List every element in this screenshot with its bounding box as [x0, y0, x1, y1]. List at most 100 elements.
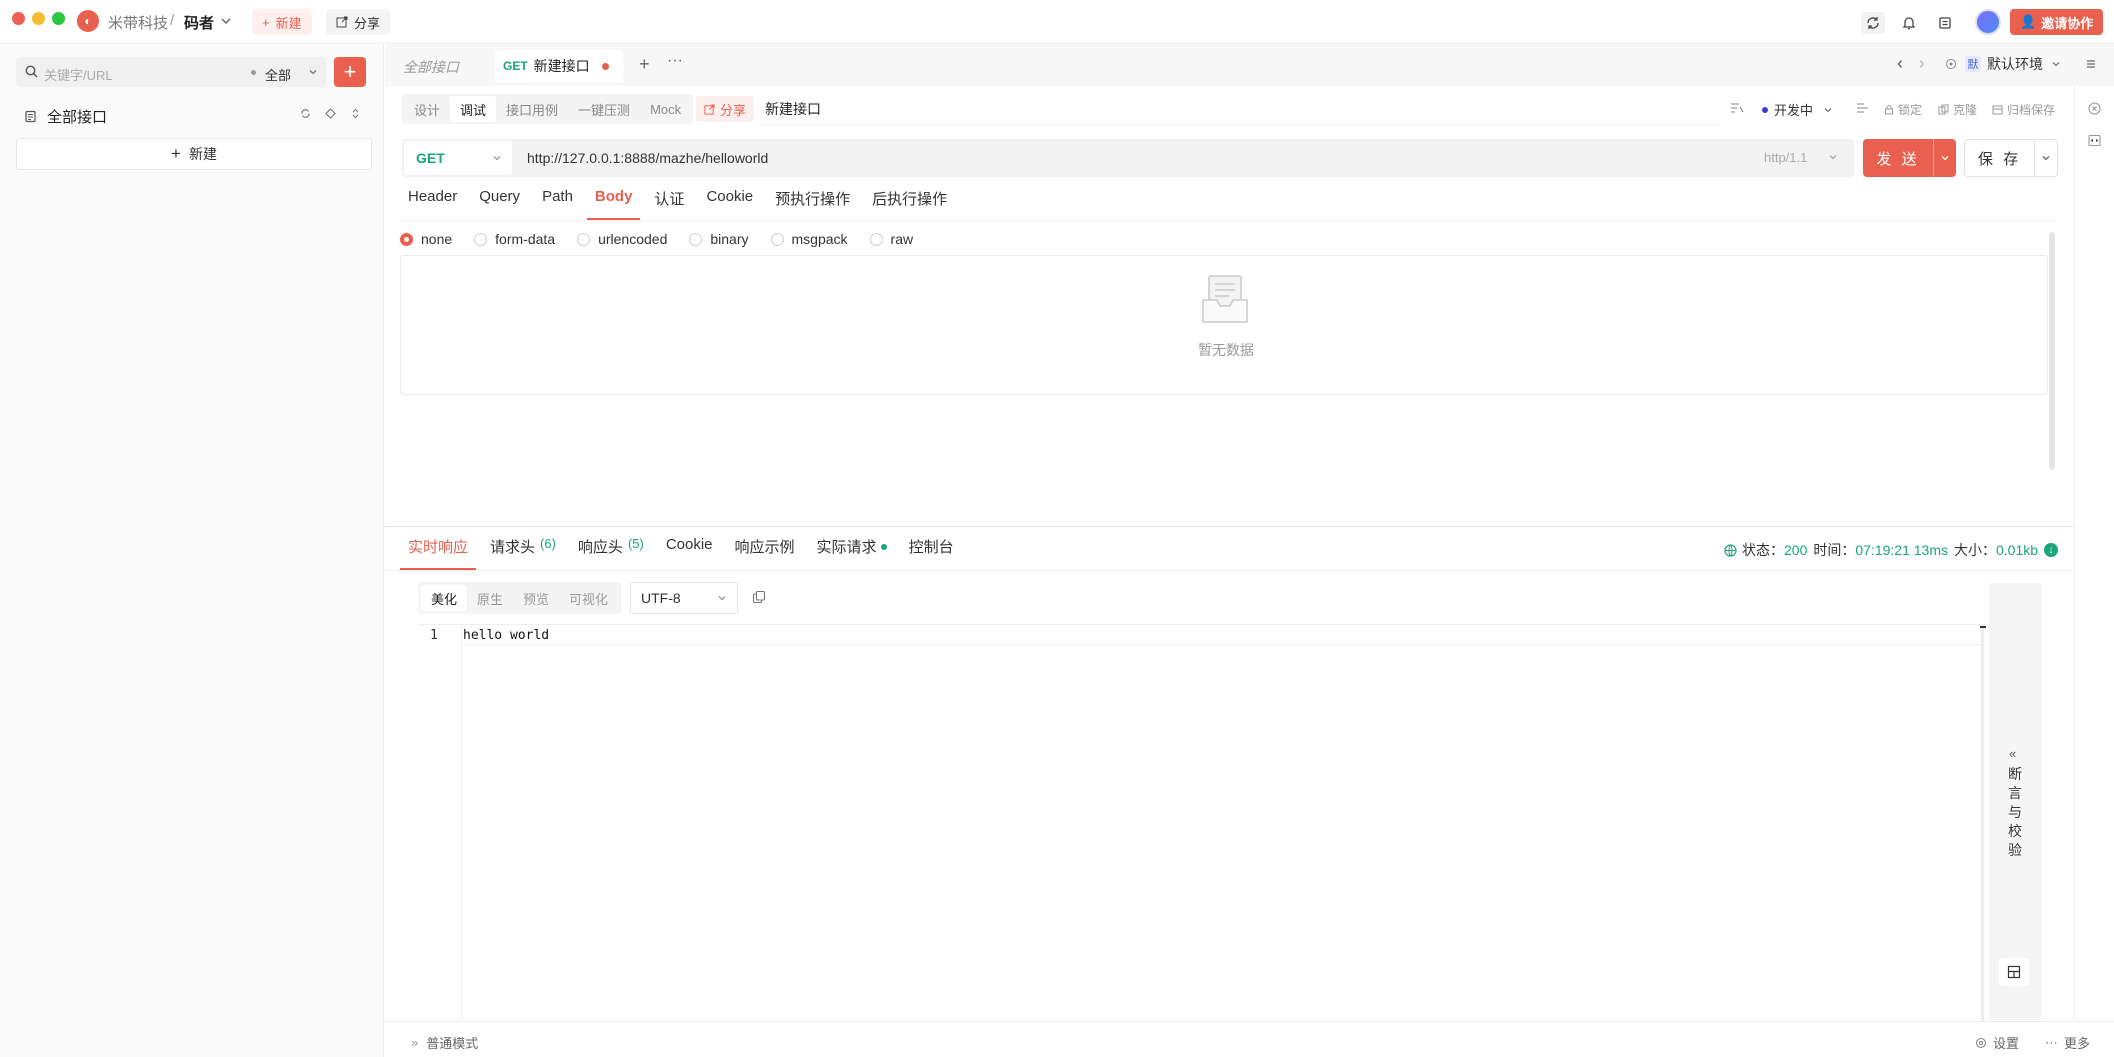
- seg-stress-test[interactable]: 一键压测: [568, 96, 640, 122]
- editor-scrollbar-thumb[interactable]: [1980, 626, 1986, 628]
- tab-new-api[interactable]: GET 新建接口: [495, 50, 623, 82]
- tab-auth[interactable]: 认证: [646, 188, 692, 220]
- more-icon: ⋯: [2045, 1034, 2058, 1050]
- chevron-down-icon[interactable]: [308, 67, 318, 77]
- bell-icon[interactable]: [1897, 12, 1921, 34]
- archive-save-button[interactable]: 归档保存: [1992, 101, 2055, 118]
- chevron-right-icon[interactable]: [1917, 57, 1927, 71]
- view-pretty[interactable]: 美化: [421, 585, 468, 611]
- protocol-select[interactable]: http/1.1: [1764, 150, 1807, 165]
- tree-root-label: 全部接口: [47, 109, 108, 126]
- response-splitter[interactable]: [385, 526, 2074, 527]
- clone-button[interactable]: 克隆: [1938, 101, 1977, 118]
- doc-icon[interactable]: [1933, 12, 1957, 34]
- more-tabs-icon[interactable]: ···: [667, 52, 683, 70]
- tab-path[interactable]: Path: [534, 188, 581, 220]
- radio-form-data[interactable]: form-data: [474, 231, 555, 247]
- normal-mode-toggle[interactable]: » 普通模式: [411, 1033, 478, 1052]
- close-window-button[interactable]: [12, 12, 25, 25]
- environment-select[interactable]: 默 默认环境: [1945, 54, 2061, 74]
- seg-debug[interactable]: 调试: [450, 96, 497, 122]
- radio-urlencoded[interactable]: urlencoded: [577, 231, 667, 247]
- save-options-chevron-icon[interactable]: [2035, 140, 2057, 176]
- locate-icon[interactable]: [325, 108, 336, 119]
- view-raw[interactable]: 原生: [467, 585, 513, 611]
- tab-cookie[interactable]: Cookie: [698, 188, 761, 220]
- radio-none[interactable]: none: [400, 231, 452, 247]
- save-button[interactable]: 保 存: [1965, 140, 2034, 176]
- view-visualize[interactable]: 可视化: [559, 585, 618, 611]
- api-name-input[interactable]: 新建接口: [765, 99, 821, 119]
- add-api-button[interactable]: +: [334, 57, 366, 87]
- info-icon[interactable]: [2088, 102, 2101, 115]
- invite-button[interactable]: 👤 邀请协作: [2010, 9, 2104, 35]
- tab-console[interactable]: 控制台: [901, 536, 962, 570]
- seg-design[interactable]: 设计: [404, 96, 450, 122]
- seg-cases[interactable]: 接口用例: [496, 96, 568, 122]
- assertion-panel[interactable]: « 断言与校验: [1989, 583, 2041, 1020]
- tab-post-script[interactable]: 后执行操作: [864, 188, 955, 220]
- view-preview[interactable]: 预览: [513, 585, 559, 611]
- send-button[interactable]: 发 送: [1863, 139, 1933, 177]
- project-name[interactable]: 码者: [184, 12, 214, 33]
- tab-method: GET: [503, 59, 528, 73]
- request-scrollbar[interactable]: [2049, 232, 2055, 470]
- radio-circle: [577, 232, 591, 246]
- tab-header[interactable]: Header: [400, 188, 465, 220]
- lock-button[interactable]: 锁定: [1884, 101, 1922, 118]
- radio-label: urlencoded: [598, 231, 668, 247]
- url-input[interactable]: http://127.0.0.1:8888/mazhe/helloworld: [527, 150, 768, 166]
- tab-live-response[interactable]: 实时响应: [400, 536, 477, 570]
- chevron-down-icon[interactable]: [220, 15, 232, 27]
- body-mode-radios: none form-data urlencoded binary msgpack…: [400, 231, 913, 247]
- api-status-select[interactable]: 开发中: [1762, 100, 1833, 119]
- tab-pre-script[interactable]: 预执行操作: [767, 188, 858, 220]
- add-tab-icon[interactable]: +: [639, 54, 650, 75]
- expand-collapse-icon[interactable]: [350, 108, 361, 119]
- editor-scrollbar[interactable]: [1981, 625, 1984, 1021]
- user-plus-icon: 👤: [2020, 14, 2037, 29]
- format-icon[interactable]: [1730, 102, 1744, 114]
- response-editor[interactable]: 1 hello world: [418, 624, 1986, 1021]
- org-name[interactable]: 米带科技: [108, 12, 168, 33]
- sidebar-new-button[interactable]: + 新建: [16, 138, 372, 170]
- response-body[interactable]: hello world: [463, 628, 549, 643]
- encoding-select[interactable]: UTF-8: [630, 582, 738, 614]
- method-select[interactable]: GET: [404, 141, 512, 175]
- seg-mock[interactable]: Mock: [640, 96, 691, 122]
- tab-request-headers[interactable]: 请求头 (6): [482, 536, 564, 570]
- share-button[interactable]: 分享: [326, 9, 391, 35]
- radio-binary[interactable]: binary: [689, 231, 749, 247]
- layout-toggle-button[interactable]: [1999, 958, 2029, 986]
- sync-icon[interactable]: [1861, 12, 1885, 34]
- tab-all-apis[interactable]: 全部接口: [403, 57, 459, 77]
- tree-root-all-apis[interactable]: 全部接口: [24, 106, 107, 127]
- radio-label: form-data: [495, 231, 556, 247]
- refresh-icon[interactable]: [300, 108, 311, 119]
- download-icon[interactable]: ↓: [2044, 543, 2059, 557]
- copy-icon[interactable]: [752, 590, 766, 604]
- menu-icon[interactable]: [2085, 58, 2097, 70]
- user-avatar[interactable]: [1975, 9, 2001, 35]
- filter-select[interactable]: 全部: [265, 65, 291, 84]
- share-api-button[interactable]: 分享: [696, 96, 755, 122]
- tab-actual-request[interactable]: 实际请求: [809, 536, 895, 570]
- tab-body[interactable]: Body: [586, 188, 641, 220]
- code-icon[interactable]: [2088, 134, 2101, 147]
- chevron-left-icon[interactable]: [1895, 57, 1905, 71]
- tab-response-example[interactable]: 响应示例: [727, 536, 803, 570]
- send-options-chevron-icon[interactable]: [1934, 139, 1956, 177]
- search-input[interactable]: 关键字/URL 全部: [16, 57, 326, 87]
- align-icon[interactable]: [1856, 102, 1869, 114]
- radio-raw[interactable]: raw: [869, 231, 913, 247]
- tab-query[interactable]: Query: [471, 188, 528, 220]
- maximize-window-button[interactable]: [52, 12, 65, 25]
- new-button[interactable]: + 新建: [252, 9, 312, 35]
- tab-response-headers[interactable]: 响应头 (5): [570, 536, 652, 570]
- minimize-window-button[interactable]: [32, 12, 45, 25]
- settings-button[interactable]: 设置: [1975, 1033, 2019, 1052]
- radio-msgpack[interactable]: msgpack: [770, 231, 848, 247]
- tab-response-cookie[interactable]: Cookie: [658, 536, 721, 570]
- radio-circle: [689, 232, 703, 246]
- more-button[interactable]: ⋯ 更多: [2045, 1033, 2090, 1052]
